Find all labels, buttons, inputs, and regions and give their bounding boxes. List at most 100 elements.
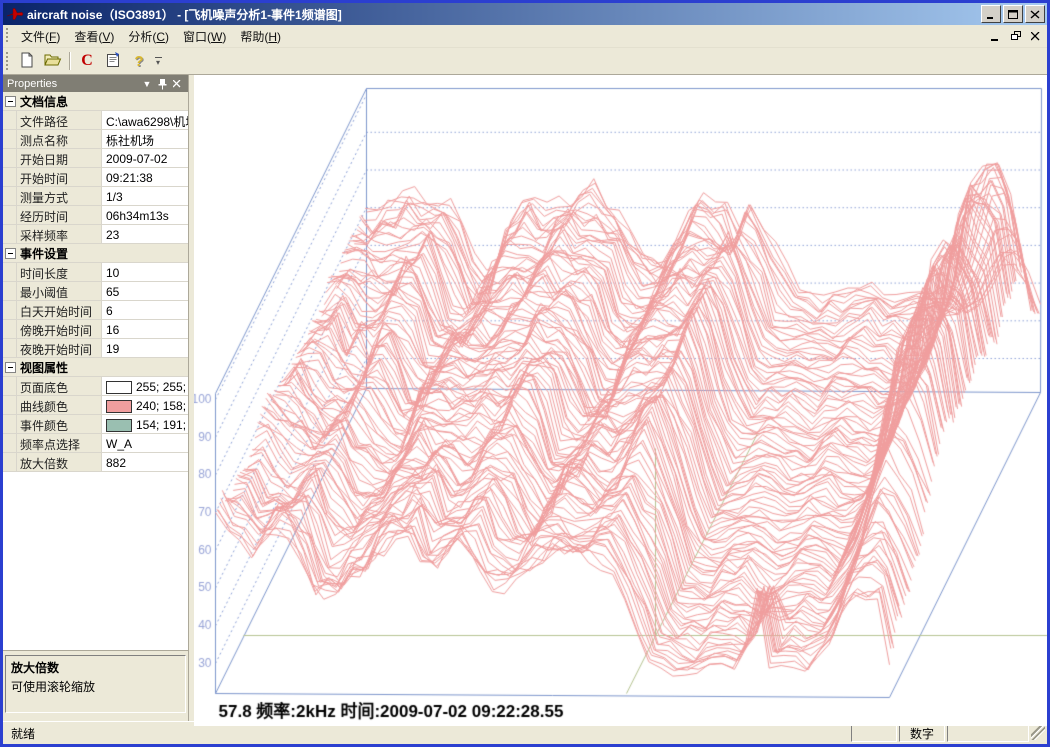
row-indent bbox=[3, 453, 17, 471]
property-value-text: C:\awa6298\机场 bbox=[106, 113, 188, 130]
property-label: 白天开始时间 bbox=[17, 301, 102, 319]
section-header-2[interactable]: 视图属性 bbox=[3, 358, 188, 377]
row-indent bbox=[3, 339, 17, 357]
row-indent bbox=[3, 320, 17, 338]
properties-page-icon bbox=[106, 52, 121, 71]
menu-item-2[interactable]: 分析(C) bbox=[121, 25, 176, 48]
spectrogram-3d-plot[interactable] bbox=[194, 75, 1048, 726]
toolbar-separator bbox=[69, 52, 71, 70]
property-description-text: 可使用滚轮缩放 bbox=[11, 678, 180, 695]
property-value[interactable]: 16 bbox=[102, 320, 188, 338]
property-value[interactable]: 2009-07-02 bbox=[102, 149, 188, 167]
mdi-close-button[interactable] bbox=[1027, 29, 1044, 44]
property-value-text: 09:21:38 bbox=[106, 171, 153, 185]
maximize-button[interactable] bbox=[1003, 5, 1023, 23]
property-row-0-2[interactable]: 开始日期2009-07-02 bbox=[3, 149, 188, 168]
property-row-0-3[interactable]: 开始时间 09:21:38 bbox=[3, 168, 188, 187]
collapse-icon[interactable] bbox=[5, 248, 16, 259]
panel-pin-icon[interactable] bbox=[155, 77, 169, 90]
property-row-1-1[interactable]: 最小阈值 65 bbox=[3, 282, 188, 301]
property-row-0-0[interactable]: 文件路径C:\awa6298\机场 bbox=[3, 111, 188, 130]
color-swatch bbox=[106, 400, 132, 413]
menu-grip[interactable] bbox=[5, 28, 10, 43]
new-document-button[interactable] bbox=[15, 50, 39, 72]
menu-bar-items: 文件(F)查看(V)分析(C)窗口(W)帮助(H) bbox=[14, 25, 288, 48]
resize-grip[interactable] bbox=[1031, 726, 1045, 740]
open-folder-button[interactable] bbox=[41, 50, 65, 72]
section-header-1[interactable]: 事件设置 bbox=[3, 244, 188, 263]
property-value[interactable]: 154; 191; 18 bbox=[102, 415, 188, 433]
property-value-text: 882 bbox=[106, 456, 126, 470]
panel-dropdown-icon[interactable]: ▼ bbox=[140, 77, 154, 90]
property-row-1-0[interactable]: 时间长度10 bbox=[3, 263, 188, 282]
property-row-0-5[interactable]: 经历时间06h34m13s bbox=[3, 206, 188, 225]
properties-panel: Properties ▼ 文档信息文件路径C:\awa6298\机场测点名称栎社… bbox=[3, 75, 189, 721]
property-label: 时间长度 bbox=[17, 263, 102, 281]
property-value[interactable]: 240; 158; 158 bbox=[102, 396, 188, 414]
property-row-0-6[interactable]: 采样频率23 bbox=[3, 225, 188, 244]
property-value[interactable]: 19 bbox=[102, 339, 188, 357]
property-label: 测点名称 bbox=[17, 130, 102, 148]
property-label: 测量方式 bbox=[17, 187, 102, 205]
property-value[interactable]: 06h34m13s bbox=[102, 206, 188, 224]
row-indent bbox=[3, 282, 17, 300]
property-value[interactable]: 882 bbox=[102, 453, 188, 471]
menu-bar: 文件(F)查看(V)分析(C)窗口(W)帮助(H) bbox=[3, 25, 1047, 48]
property-value-text: 65 bbox=[106, 285, 119, 299]
property-row-2-1[interactable]: 曲线颜色240; 158; 158 bbox=[3, 396, 188, 415]
property-value[interactable]: 10 bbox=[102, 263, 188, 281]
property-label: 文件路径 bbox=[17, 111, 102, 129]
property-row-2-2[interactable]: 事件颜色154; 191; 18 bbox=[3, 415, 188, 434]
row-indent bbox=[3, 225, 17, 243]
toolbar-overflow-button[interactable]: ▾ bbox=[152, 50, 164, 72]
section-header-0[interactable]: 文档信息 bbox=[3, 92, 188, 111]
property-row-1-3[interactable]: 傍晚开始时间16 bbox=[3, 320, 188, 339]
property-value[interactable]: 23 bbox=[102, 225, 188, 243]
menu-item-0[interactable]: 文件(F) bbox=[14, 25, 67, 48]
property-label: 傍晚开始时间 bbox=[17, 320, 102, 338]
property-row-1-2[interactable]: 白天开始时间6 bbox=[3, 301, 188, 320]
collapse-icon[interactable] bbox=[5, 96, 16, 107]
property-row-0-4[interactable]: 测量方式1/3 bbox=[3, 187, 188, 206]
property-value[interactable]: 09:21:38 bbox=[102, 168, 188, 186]
property-row-2-3[interactable]: 频率点选择W_A bbox=[3, 434, 188, 453]
property-label: 开始时间 bbox=[17, 168, 102, 186]
plot-area bbox=[194, 75, 1047, 721]
property-label: 夜晚开始时间 bbox=[17, 339, 102, 357]
menu-item-3[interactable]: 窗口(W) bbox=[176, 25, 233, 48]
property-value[interactable]: C:\awa6298\机场 bbox=[102, 111, 188, 129]
toolbar-grip[interactable] bbox=[5, 52, 10, 70]
help-question-button[interactable]: ? bbox=[127, 50, 151, 72]
property-value[interactable]: 1/3 bbox=[102, 187, 188, 205]
property-value[interactable]: 255; 255; 255 bbox=[102, 377, 188, 395]
row-indent bbox=[3, 415, 17, 433]
property-value[interactable]: W_A bbox=[102, 434, 188, 452]
property-label: 最小阈值 bbox=[17, 282, 102, 300]
menu-item-4[interactable]: 帮助(H) bbox=[233, 25, 288, 48]
letter-c-icon: C bbox=[81, 52, 93, 70]
property-value-text: 23 bbox=[106, 228, 119, 242]
mdi-minimize-button[interactable] bbox=[987, 29, 1004, 44]
property-row-1-4[interactable]: 夜晚开始时间19 bbox=[3, 339, 188, 358]
section-title: 文档信息 bbox=[20, 93, 68, 110]
mdi-restore-button[interactable] bbox=[1007, 29, 1024, 44]
properties-panel-title: Properties bbox=[7, 78, 139, 90]
panel-close-icon[interactable] bbox=[170, 77, 184, 90]
color-swatch bbox=[106, 381, 132, 394]
property-value[interactable]: 栎社机场 bbox=[102, 130, 188, 148]
property-row-2-4[interactable]: 放大倍数882 bbox=[3, 453, 188, 472]
status-message: 就绪 bbox=[5, 725, 849, 742]
row-indent bbox=[3, 149, 17, 167]
minimize-button[interactable] bbox=[981, 5, 1001, 23]
properties-page-button[interactable] bbox=[101, 50, 125, 72]
collapse-icon[interactable] bbox=[5, 362, 16, 373]
property-value[interactable]: 65 bbox=[102, 282, 188, 300]
properties-grid: 文档信息文件路径C:\awa6298\机场测点名称栎社机场开始日期2009-07… bbox=[3, 92, 188, 651]
close-button[interactable] bbox=[1025, 5, 1045, 23]
property-value[interactable]: 6 bbox=[102, 301, 188, 319]
property-value-text: 2009-07-02 bbox=[106, 152, 167, 166]
property-row-0-1[interactable]: 测点名称栎社机场 bbox=[3, 130, 188, 149]
letter-c-button[interactable]: C bbox=[75, 50, 99, 72]
property-row-2-0[interactable]: 页面底色255; 255; 255 bbox=[3, 377, 188, 396]
menu-item-1[interactable]: 查看(V) bbox=[67, 25, 121, 48]
